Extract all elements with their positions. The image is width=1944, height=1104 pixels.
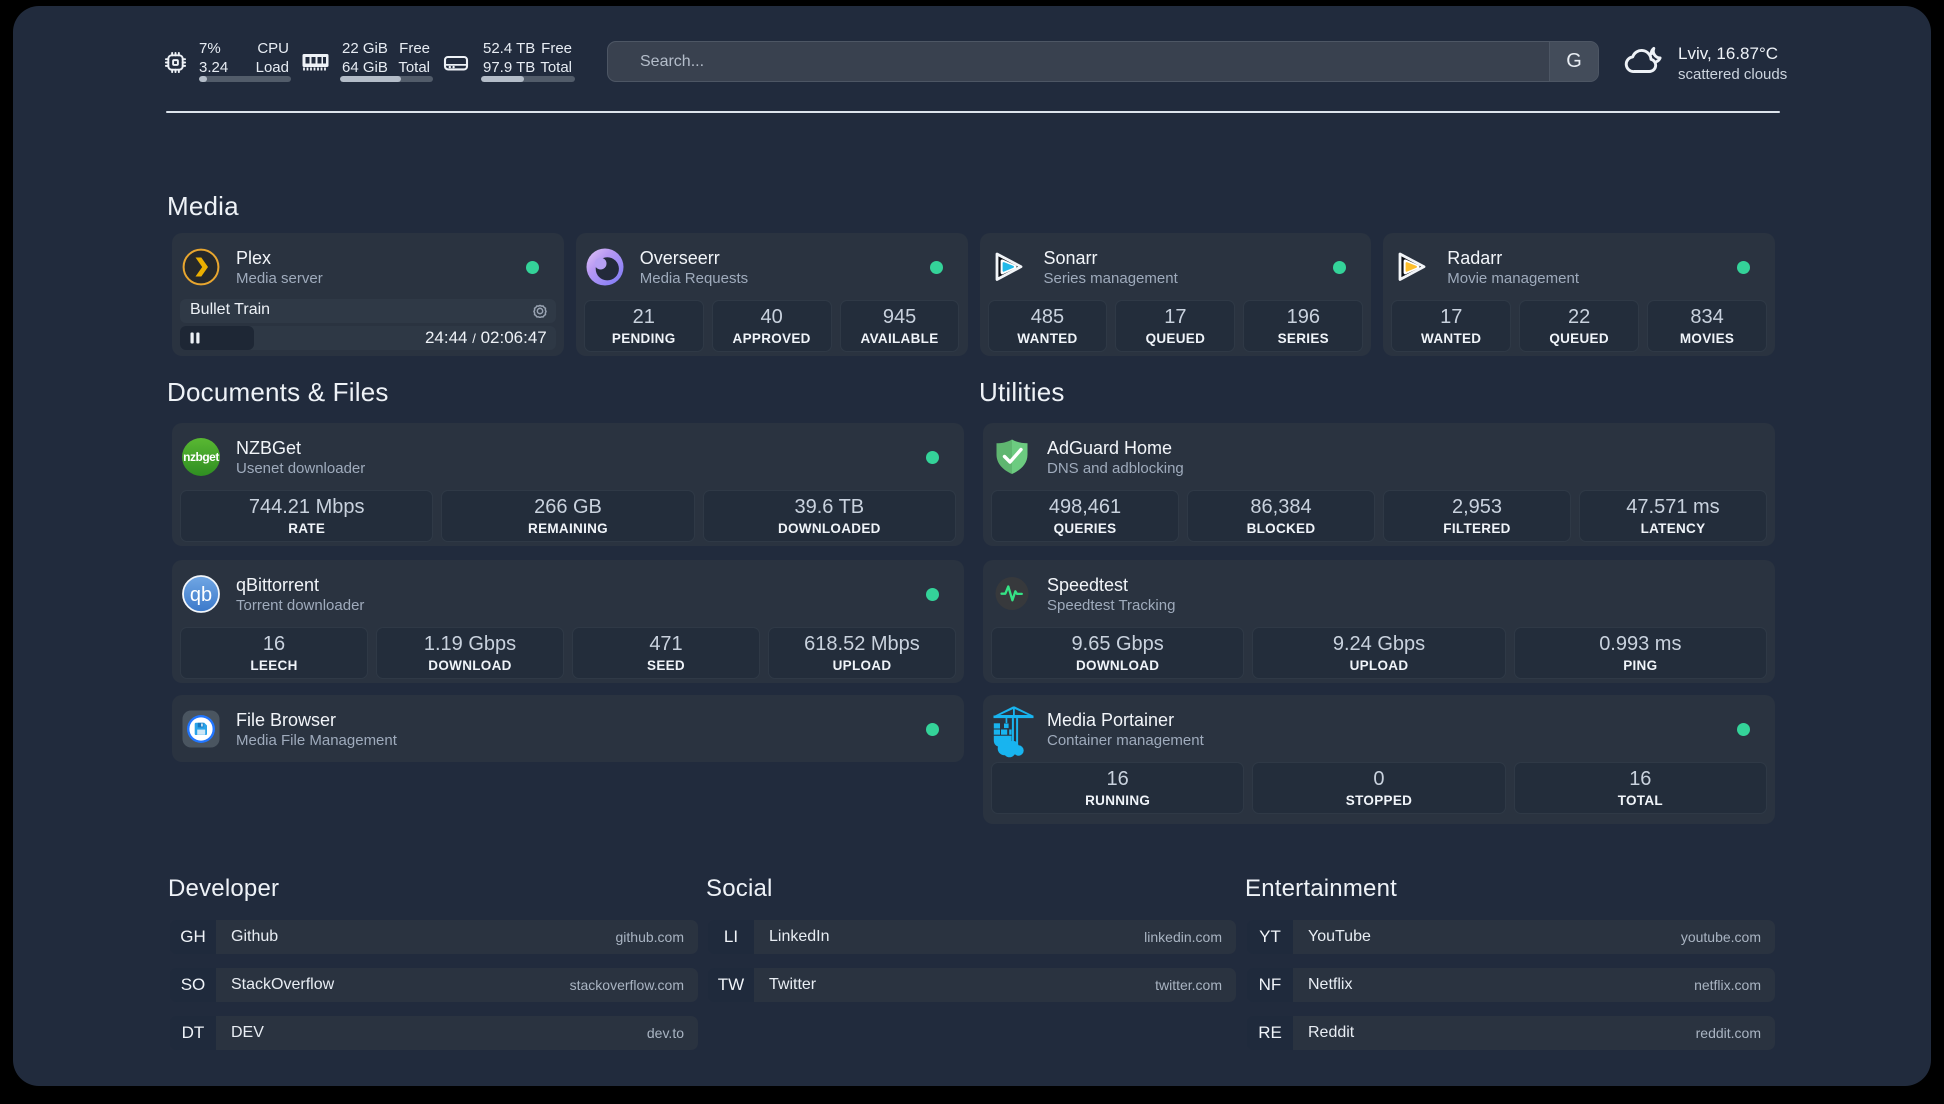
svg-text:qb: qb [190,584,212,606]
svg-text:nzbget: nzbget [183,450,219,464]
